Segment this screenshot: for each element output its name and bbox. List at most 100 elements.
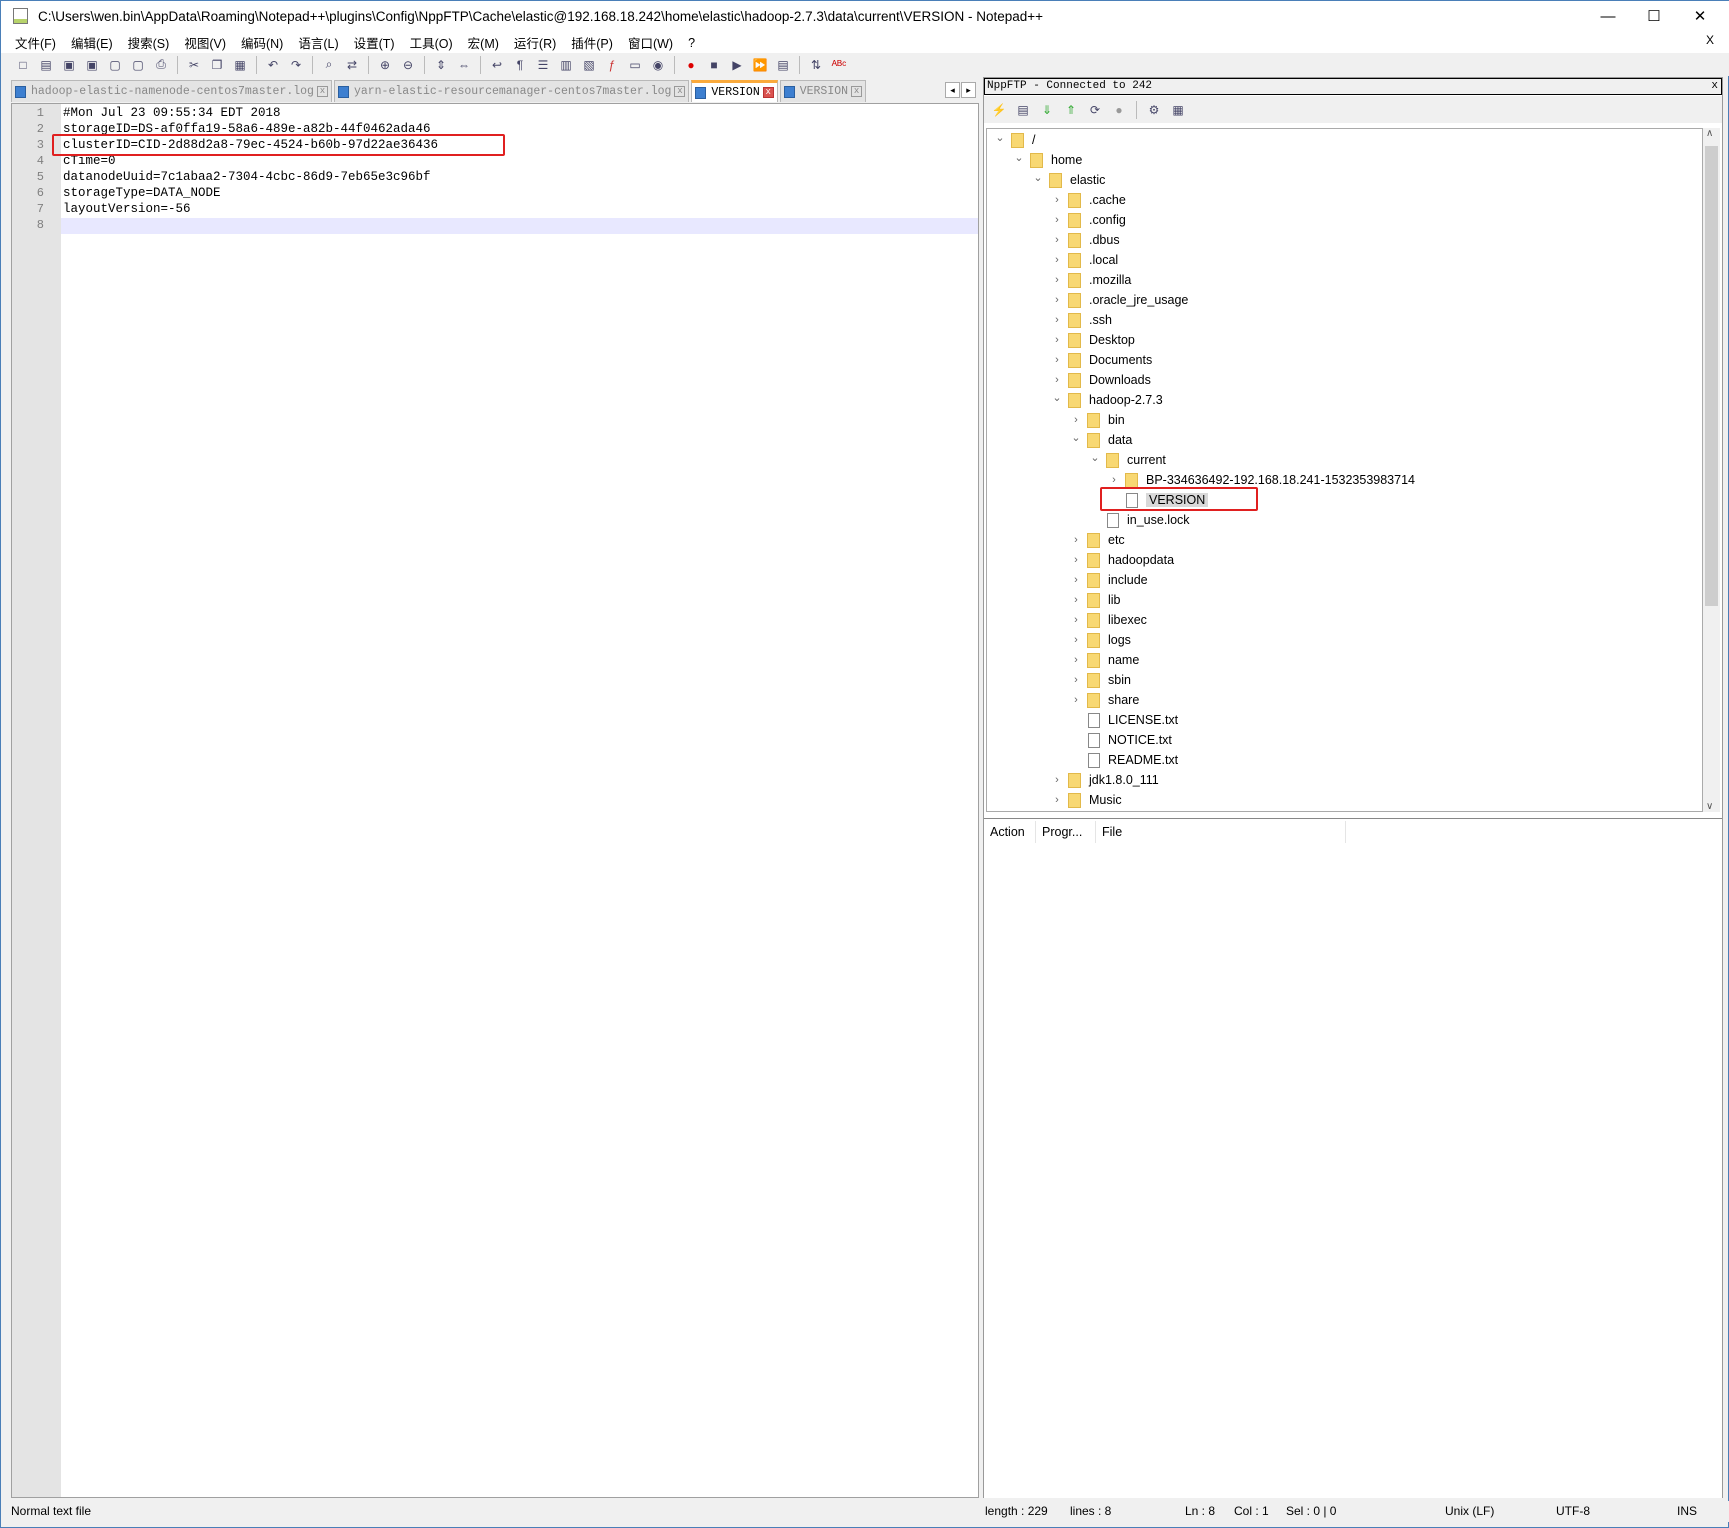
chevron-right-icon[interactable]: › — [1068, 414, 1084, 426]
play-macro-icon[interactable]: ▶ — [728, 56, 746, 74]
tab-hadoop-elastic-namenode-centos7master-log[interactable]: hadoop-elastic-namenode-centos7master.lo… — [11, 80, 332, 102]
chevron-down-icon[interactable]: ⌄ — [1087, 451, 1103, 464]
chevron-right-icon[interactable]: › — [1049, 274, 1065, 286]
tree-item[interactable]: NOTICE.txt — [1068, 730, 1172, 750]
tab-scroll-right-button[interactable]: ▸ — [961, 82, 976, 98]
sync-h-icon[interactable]: ⇔ — [455, 56, 473, 74]
tree-item[interactable]: › bin — [1068, 410, 1125, 430]
column-file[interactable]: File — [1096, 821, 1346, 843]
chevron-right-icon[interactable]: › — [1068, 674, 1084, 686]
tree-item[interactable]: › hadoopdata — [1068, 550, 1174, 570]
chevron-down-icon[interactable]: ⌄ — [1011, 151, 1027, 164]
menu-item[interactable]: ? — [688, 36, 695, 50]
ftp-icon[interactable]: ⇅ — [807, 56, 825, 74]
tree-item[interactable]: ⌄ current — [1087, 450, 1166, 470]
spellcheck-icon[interactable]: ᴬᴮᶜ — [830, 56, 848, 74]
wrap-icon[interactable]: ↩ — [488, 56, 506, 74]
tree-item[interactable]: › share — [1068, 690, 1139, 710]
tree-scrollbar[interactable]: ∧ ∨ — [1703, 128, 1720, 812]
save-macro-icon[interactable]: ▤ — [774, 56, 792, 74]
chevron-right-icon[interactable]: › — [1049, 334, 1065, 346]
chevron-right-icon[interactable]: › — [1049, 214, 1065, 226]
menu-item[interactable]: 编辑(E) — [71, 33, 113, 52]
sync-v-icon[interactable]: ⇕ — [432, 56, 450, 74]
menu-item[interactable]: 窗口(W) — [628, 33, 673, 52]
tab-close-icon[interactable]: x — [851, 86, 863, 97]
tree-item[interactable]: ⌄ / — [992, 130, 1035, 150]
tree-item[interactable]: › name — [1068, 650, 1139, 670]
column-progress[interactable]: Progr... — [1036, 821, 1096, 843]
tab-scroll-left-button[interactable]: ◂ — [945, 82, 960, 98]
tree-item[interactable]: › sbin — [1068, 670, 1131, 690]
menu-item[interactable]: 语言(L) — [298, 33, 338, 52]
tab-yarn-elastic-resourcemanager-centos7master-log[interactable]: yarn-elastic-resourcemanager-centos7mast… — [333, 80, 690, 102]
menu-item[interactable]: 搜索(S) — [128, 33, 170, 52]
tree-item[interactable]: › .mozilla — [1049, 270, 1131, 290]
find-icon[interactable]: ⌕ — [320, 56, 338, 74]
tree-item[interactable]: › .oracle_jre_usage — [1049, 290, 1188, 310]
chevron-down-icon[interactable]: ⌄ — [1068, 431, 1084, 444]
close-all-icon[interactable]: ▢ — [129, 56, 147, 74]
tree-item[interactable]: ⌄ data — [1068, 430, 1132, 450]
tab-close-icon[interactable]: x — [762, 87, 774, 98]
open-dir-icon[interactable]: ▤ — [1014, 101, 1032, 119]
chevron-right-icon[interactable]: › — [1049, 774, 1065, 786]
print-icon[interactable]: ⎙ — [152, 56, 170, 74]
tree-item[interactable]: › logs — [1068, 630, 1131, 650]
tree-item[interactable]: › Music — [1049, 790, 1122, 810]
chevron-right-icon[interactable]: › — [1049, 294, 1065, 306]
function-list-icon[interactable]: ƒ — [603, 56, 621, 74]
tree-item[interactable]: › Desktop — [1049, 330, 1135, 350]
run-macro-multiple-icon[interactable]: ⏩ — [751, 56, 769, 74]
all-chars-icon[interactable]: ¶ — [511, 56, 529, 74]
tree-item[interactable]: › Documents — [1049, 350, 1152, 370]
tab-close-icon[interactable]: x — [674, 86, 686, 97]
chevron-right-icon[interactable]: › — [1068, 574, 1084, 586]
chevron-down-icon[interactable]: ⌄ — [1030, 171, 1046, 184]
scrollbar-thumb[interactable] — [1705, 146, 1718, 606]
stop-macro-icon[interactable]: ■ — [705, 56, 723, 74]
chevron-right-icon[interactable]: › — [1068, 534, 1084, 546]
cut-icon[interactable]: ✂ — [185, 56, 203, 74]
column-action[interactable]: Action — [984, 821, 1036, 843]
connect-icon[interactable]: ⚡ — [990, 101, 1008, 119]
chevron-right-icon[interactable]: › — [1049, 794, 1065, 806]
close-icon[interactable]: ▢ — [106, 56, 124, 74]
tab-close-icon[interactable]: x — [316, 86, 328, 97]
redo-icon[interactable]: ↷ — [287, 56, 305, 74]
chevron-right-icon[interactable]: › — [1049, 314, 1065, 326]
replace-icon[interactable]: ⇄ — [343, 56, 361, 74]
tree-item[interactable]: › Downloads — [1049, 370, 1151, 390]
menu-item[interactable]: 运行(R) — [514, 33, 556, 52]
record-macro-icon[interactable]: ● — [682, 56, 700, 74]
udl-icon[interactable]: ▥ — [557, 56, 575, 74]
tree-item[interactable]: › .ssh — [1049, 310, 1112, 330]
chevron-right-icon[interactable]: › — [1068, 654, 1084, 666]
monitor-icon[interactable]: ◉ — [649, 56, 667, 74]
close-button[interactable]: ✕ — [1677, 1, 1723, 32]
tab-version[interactable]: VERSION x — [779, 80, 867, 102]
indent-guide-icon[interactable]: ☰ — [534, 56, 552, 74]
refresh-icon[interactable]: ⟳ — [1086, 101, 1104, 119]
chevron-right-icon[interactable]: › — [1068, 614, 1084, 626]
menu-item[interactable]: 设置(T) — [354, 33, 395, 52]
new-icon[interactable]: □ — [14, 56, 32, 74]
paste-icon[interactable]: ▦ — [231, 56, 249, 74]
doc-map-icon[interactable]: ▧ — [580, 56, 598, 74]
tree-item[interactable]: › jdk1.8.0_111 — [1049, 770, 1159, 790]
menu-item[interactable]: 文件(F) — [15, 33, 56, 52]
chevron-right-icon[interactable]: › — [1106, 474, 1122, 486]
chevron-right-icon[interactable]: › — [1049, 194, 1065, 206]
tree-item[interactable]: › include — [1068, 570, 1148, 590]
tree-item[interactable]: › .dbus — [1049, 230, 1120, 250]
text-editor[interactable]: 1 2 3 4 5 6 7 8 #Mon Jul 23 09:55:34 EDT 2018 st… — [11, 103, 979, 1498]
message-window-icon[interactable]: ▦ — [1169, 101, 1187, 119]
menu-item[interactable]: 插件(P) — [571, 33, 613, 52]
download-icon[interactable]: ⇓ — [1038, 101, 1056, 119]
chevron-down-icon[interactable]: ⌄ — [992, 131, 1008, 144]
zoom-out-icon[interactable]: ⊖ — [399, 56, 417, 74]
menu-item[interactable]: 视图(V) — [184, 33, 226, 52]
tree-item[interactable]: ⌄ hadoop-2.7.3 — [1049, 390, 1163, 410]
tree-item[interactable]: › etc — [1068, 530, 1125, 550]
minimize-button[interactable]: — — [1585, 1, 1631, 32]
